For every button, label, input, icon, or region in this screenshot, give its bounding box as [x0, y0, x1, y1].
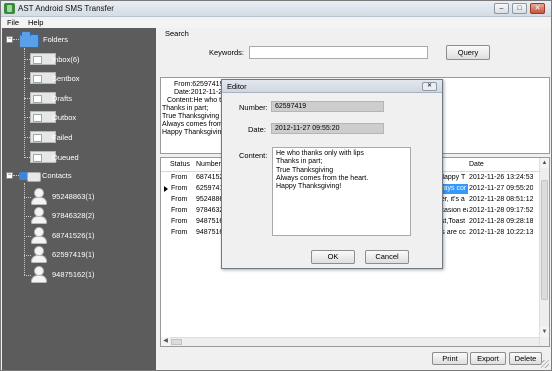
app-window: AST Android SMS Transfer – □ ✕ File Help… — [0, 0, 552, 371]
person-icon — [31, 227, 47, 244]
tree-connector — [24, 236, 31, 237]
cancel-button[interactable]: Cancel — [365, 250, 409, 264]
sidebar-item-failed[interactable]: Failed — [52, 133, 72, 142]
vertical-scroll-thumb[interactable] — [541, 180, 548, 300]
sidebar-item-contact[interactable]: 94875162(1) — [52, 270, 95, 279]
menu-file[interactable]: File — [7, 18, 19, 27]
row-status: From — [171, 218, 188, 225]
date-label: Date: — [248, 125, 266, 134]
minimize-button[interactable]: – — [494, 3, 509, 14]
date-field[interactable]: 2012-11-27 09:55:20 — [271, 123, 384, 134]
search-heading: Search — [165, 29, 189, 38]
row-status: From — [171, 207, 188, 214]
row-number: 95248863 — [196, 196, 222, 203]
row-number: 97846328 — [196, 207, 222, 214]
row-status: From — [171, 196, 188, 203]
vertical-scrollbar[interactable]: ▲ ▼ — [539, 158, 549, 346]
preview-date: Date:2012-11-27 — [174, 89, 227, 96]
tree-contacts[interactable]: Contacts — [42, 171, 72, 180]
keywords-label: Keywords: — [209, 48, 245, 57]
print-button[interactable]: Print — [432, 352, 468, 365]
ok-button[interactable]: OK — [311, 250, 355, 264]
sidebar-item-queued[interactable]: Queued — [52, 153, 79, 162]
menu-bar: File Help — [1, 17, 551, 28]
editor-dialog: Editor ✕ Number: 62597419 Date: 2012-11-… — [221, 79, 443, 269]
person-icon — [31, 246, 47, 263]
row-date: 2012-11-28 10:22:13 — [469, 229, 534, 236]
column-number[interactable]: Number — [196, 161, 221, 168]
close-button[interactable]: ✕ — [530, 3, 545, 14]
row-date: 2012-11-28 08:51:12 — [469, 196, 534, 203]
row-number: 68741526 — [196, 174, 222, 181]
title-bar[interactable]: AST Android SMS Transfer – □ ✕ — [1, 1, 551, 17]
android-app-icon — [4, 3, 15, 14]
tree-connector — [24, 275, 31, 276]
dialog-title-bar[interactable]: Editor ✕ — [222, 80, 442, 93]
export-button[interactable]: Export — [470, 352, 506, 365]
contacts-icon — [19, 169, 41, 183]
row-date: 2012-11-27 09:55:20 — [469, 185, 534, 192]
preview-body-line: Thanks in part; — [162, 105, 209, 112]
folders-collapse-toggle[interactable]: − — [6, 36, 13, 43]
sidebar-tree: − Folders Inbox(6) Sentbox Drafts Outbox… — [2, 28, 156, 370]
column-status[interactable]: Status — [170, 161, 190, 168]
horizontal-scroll-thumb[interactable] — [171, 339, 182, 345]
maximize-button[interactable]: □ — [512, 3, 527, 14]
resize-grip-icon[interactable] — [541, 360, 549, 368]
tree-connector — [24, 216, 31, 217]
action-bar: Print Export Delete — [157, 347, 551, 370]
number-field[interactable]: 62597419 — [271, 101, 384, 112]
contacts-collapse-toggle[interactable]: − — [6, 172, 13, 179]
scroll-left-icon[interactable]: ◀ — [161, 337, 170, 346]
delete-button[interactable]: Delete — [509, 352, 542, 365]
row-status: From — [171, 185, 188, 192]
preview-body-line: Happy Thanksgiving — [162, 129, 226, 136]
row-number: 62597419 — [196, 185, 222, 192]
sidebar-item-contact[interactable]: 68741526(1) — [52, 231, 95, 240]
folders-icon — [19, 31, 39, 48]
content-label: Content: — [239, 151, 268, 160]
row-date: 2012-11-28 09:17:52 — [469, 207, 534, 214]
row-date: 2012-11-28 09:28:18 — [469, 218, 534, 225]
tree-connector — [24, 197, 31, 198]
keywords-input[interactable] — [249, 46, 428, 59]
person-icon — [31, 266, 47, 283]
sidebar-item-contact[interactable]: 97846328(2) — [52, 211, 95, 220]
sidebar-item-contact[interactable]: 62597419(1) — [52, 250, 95, 259]
scroll-up-icon[interactable]: ▲ — [540, 158, 549, 168]
preview-from: From:62597419 — [174, 81, 224, 88]
row-status: From — [171, 174, 188, 181]
preview-body-line: Always comes from — [162, 121, 223, 128]
content-textarea[interactable]: He who thanks only with lips Thanks in p… — [272, 147, 411, 236]
tree-folders[interactable]: Folders — [43, 35, 68, 44]
sidebar-item-outbox[interactable]: Outbox — [52, 113, 76, 122]
dialog-close-button[interactable]: ✕ — [422, 82, 437, 91]
sidebar-item-inbox[interactable]: Inbox(6) — [52, 55, 80, 64]
horizontal-scrollbar[interactable]: ◀ — [161, 337, 539, 346]
row-date: 2012-11-26 13:24:53 — [469, 174, 534, 181]
preview-body-line: True Thanksgiving — [162, 113, 220, 120]
sidebar-item-drafts[interactable]: Drafts — [52, 94, 72, 103]
current-row-arrow-icon — [164, 186, 168, 192]
person-icon — [31, 188, 47, 205]
tree-connector — [24, 255, 31, 256]
tree-connector — [24, 48, 25, 158]
sidebar-item-sentbox[interactable]: Sentbox — [52, 74, 80, 83]
menu-help[interactable]: Help — [28, 18, 43, 27]
row-status: From — [171, 229, 188, 236]
scroll-down-icon[interactable]: ▼ — [540, 327, 549, 337]
preview-content: Content:He who th — [167, 97, 225, 104]
row-number: 94875162 — [196, 218, 222, 225]
window-title: AST Android SMS Transfer — [18, 4, 114, 13]
query-button[interactable]: Query — [446, 45, 490, 60]
number-label: Number: — [239, 103, 268, 112]
sidebar-item-contact[interactable]: 95248863(1) — [52, 192, 95, 201]
person-icon — [31, 207, 47, 224]
dialog-title: Editor — [227, 82, 247, 91]
column-date[interactable]: Date — [469, 161, 484, 168]
row-number: 94875162 — [196, 229, 222, 236]
